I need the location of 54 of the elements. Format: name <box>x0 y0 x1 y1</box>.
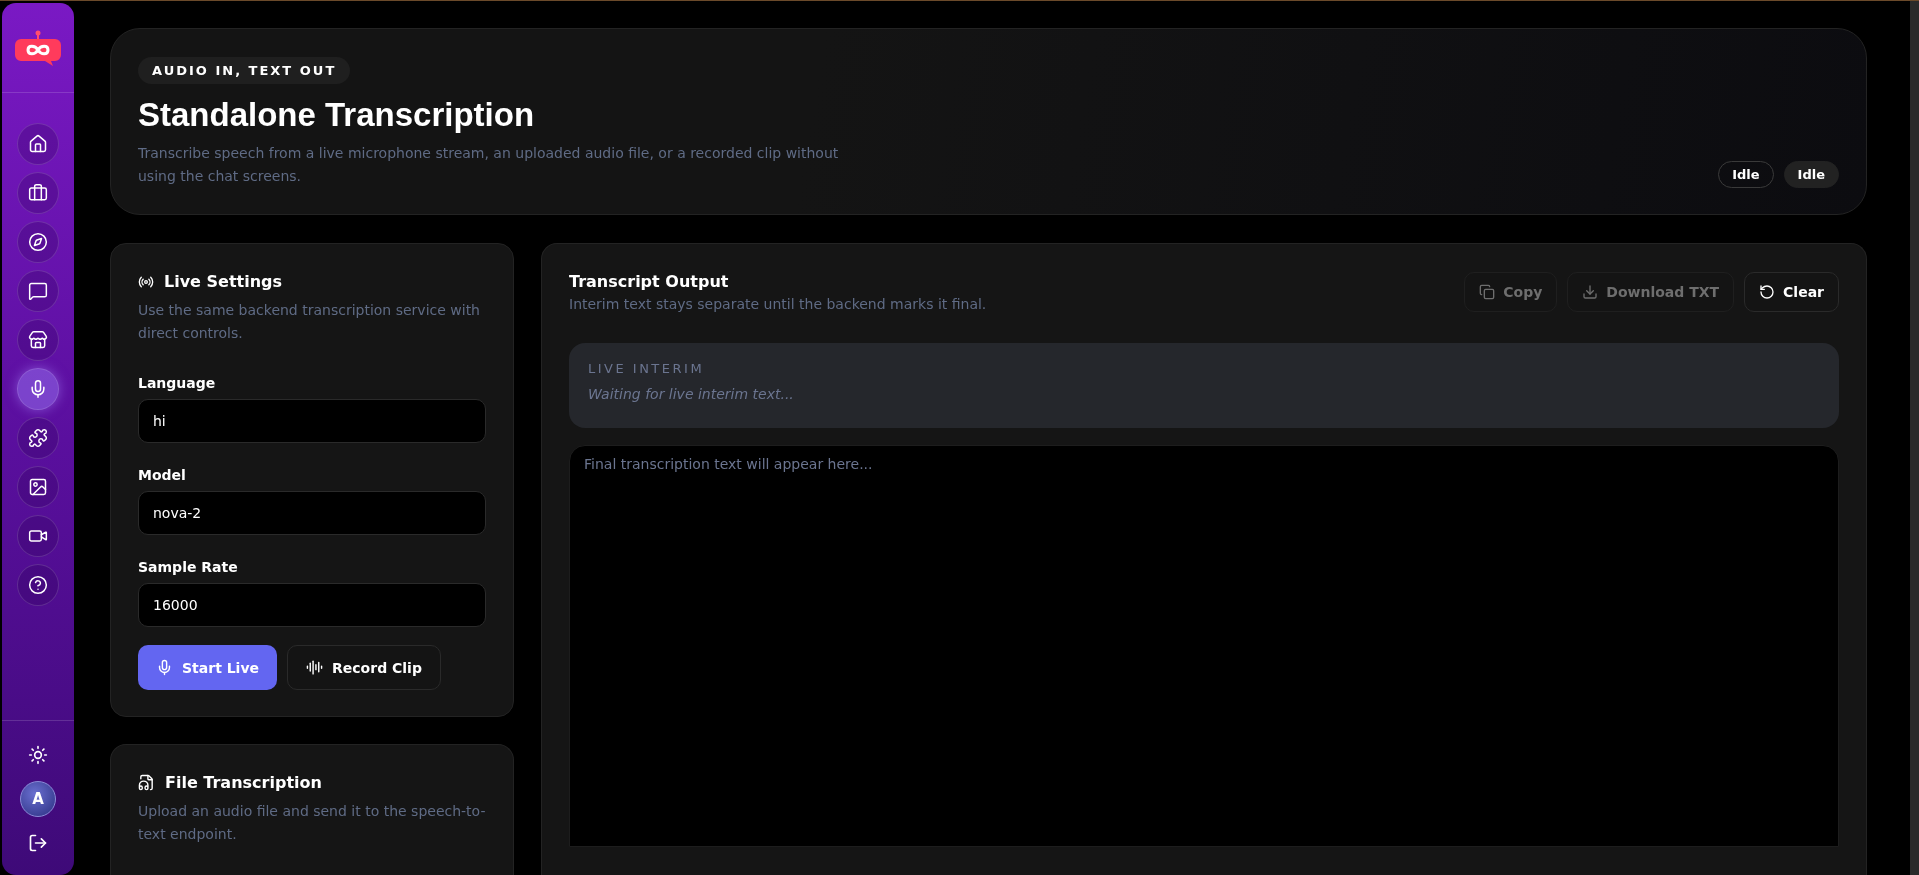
nav-item[interactable] <box>17 319 59 361</box>
nav-item[interactable] <box>17 466 59 508</box>
logout-button[interactable] <box>28 833 48 853</box>
input-field[interactable]: hi <box>138 399 486 443</box>
theme-toggle-button[interactable] <box>28 745 48 765</box>
card-description: Use the same backend transcription service with direct controls. <box>138 301 481 343</box>
microphone-icon <box>156 659 173 676</box>
nav-item[interactable] <box>17 172 59 214</box>
page-title: Standalone Transcription <box>138 96 535 134</box>
nav-item[interactable] <box>17 221 59 263</box>
download-icon <box>1582 284 1599 300</box>
status-pill: Idle <box>1783 161 1839 188</box>
compass-icon <box>28 232 48 252</box>
scrollbar[interactable] <box>1910 1 1919 875</box>
user-avatar[interactable]: A <box>20 781 56 817</box>
card-title: File Transcription <box>165 773 322 792</box>
transcript-field[interactable]: Final transcription text will appear here... <box>569 445 1839 847</box>
field-label: Model <box>138 467 187 483</box>
store-icon <box>28 330 48 350</box>
card-title: Live Settings <box>164 272 283 291</box>
card-description: Upload an audio file and send it to the speech-to-text endpoint. <box>138 802 486 844</box>
nav-item[interactable] <box>17 515 59 557</box>
microphone-icon <box>28 379 48 399</box>
nav-item[interactable] <box>17 270 59 312</box>
nav-item[interactable] <box>17 564 59 606</box>
puzzle-icon <box>28 428 48 448</box>
reset-icon <box>1759 284 1776 300</box>
eyebrow-label: AUDIO IN, TEXT OUT <box>138 57 351 84</box>
input-field[interactable]: nova-2 <box>138 491 486 535</box>
nav-item[interactable] <box>17 417 59 459</box>
help-icon <box>28 575 48 595</box>
audio-file-icon <box>138 774 155 791</box>
logout-icon <box>28 833 48 853</box>
page-description: Transcribe speech from a live microphone stream, an uploaded audio file, or a recorded clip without using the chat screens. <box>138 144 840 186</box>
record-button[interactable]: Record Clip <box>287 645 441 690</box>
image-icon <box>28 477 48 497</box>
nav-item[interactable] <box>17 123 59 165</box>
field-label: Sample Rate <box>138 559 239 575</box>
briefcase-icon <box>28 183 48 203</box>
placeholder-text: Waiting for live interim text... <box>588 386 795 402</box>
sound-wave-icon <box>306 659 324 676</box>
logo-icon <box>15 28 61 67</box>
input-field[interactable]: 16000 <box>138 583 486 627</box>
field-label: Language <box>138 375 217 391</box>
start-button[interactable]: Start Live <box>138 645 278 690</box>
chat-icon <box>28 281 48 301</box>
nav-item[interactable] <box>17 368 59 410</box>
section-label: LIVE INTERIM <box>588 361 706 376</box>
sun-icon <box>28 745 48 765</box>
card-title: Transcript Output <box>569 272 729 291</box>
home-icon <box>28 134 48 154</box>
action-button[interactable]: Clear <box>1744 272 1839 312</box>
card-description: Interim text stays separate until the backend marks it final. <box>569 295 987 314</box>
copy-icon <box>1479 284 1496 300</box>
